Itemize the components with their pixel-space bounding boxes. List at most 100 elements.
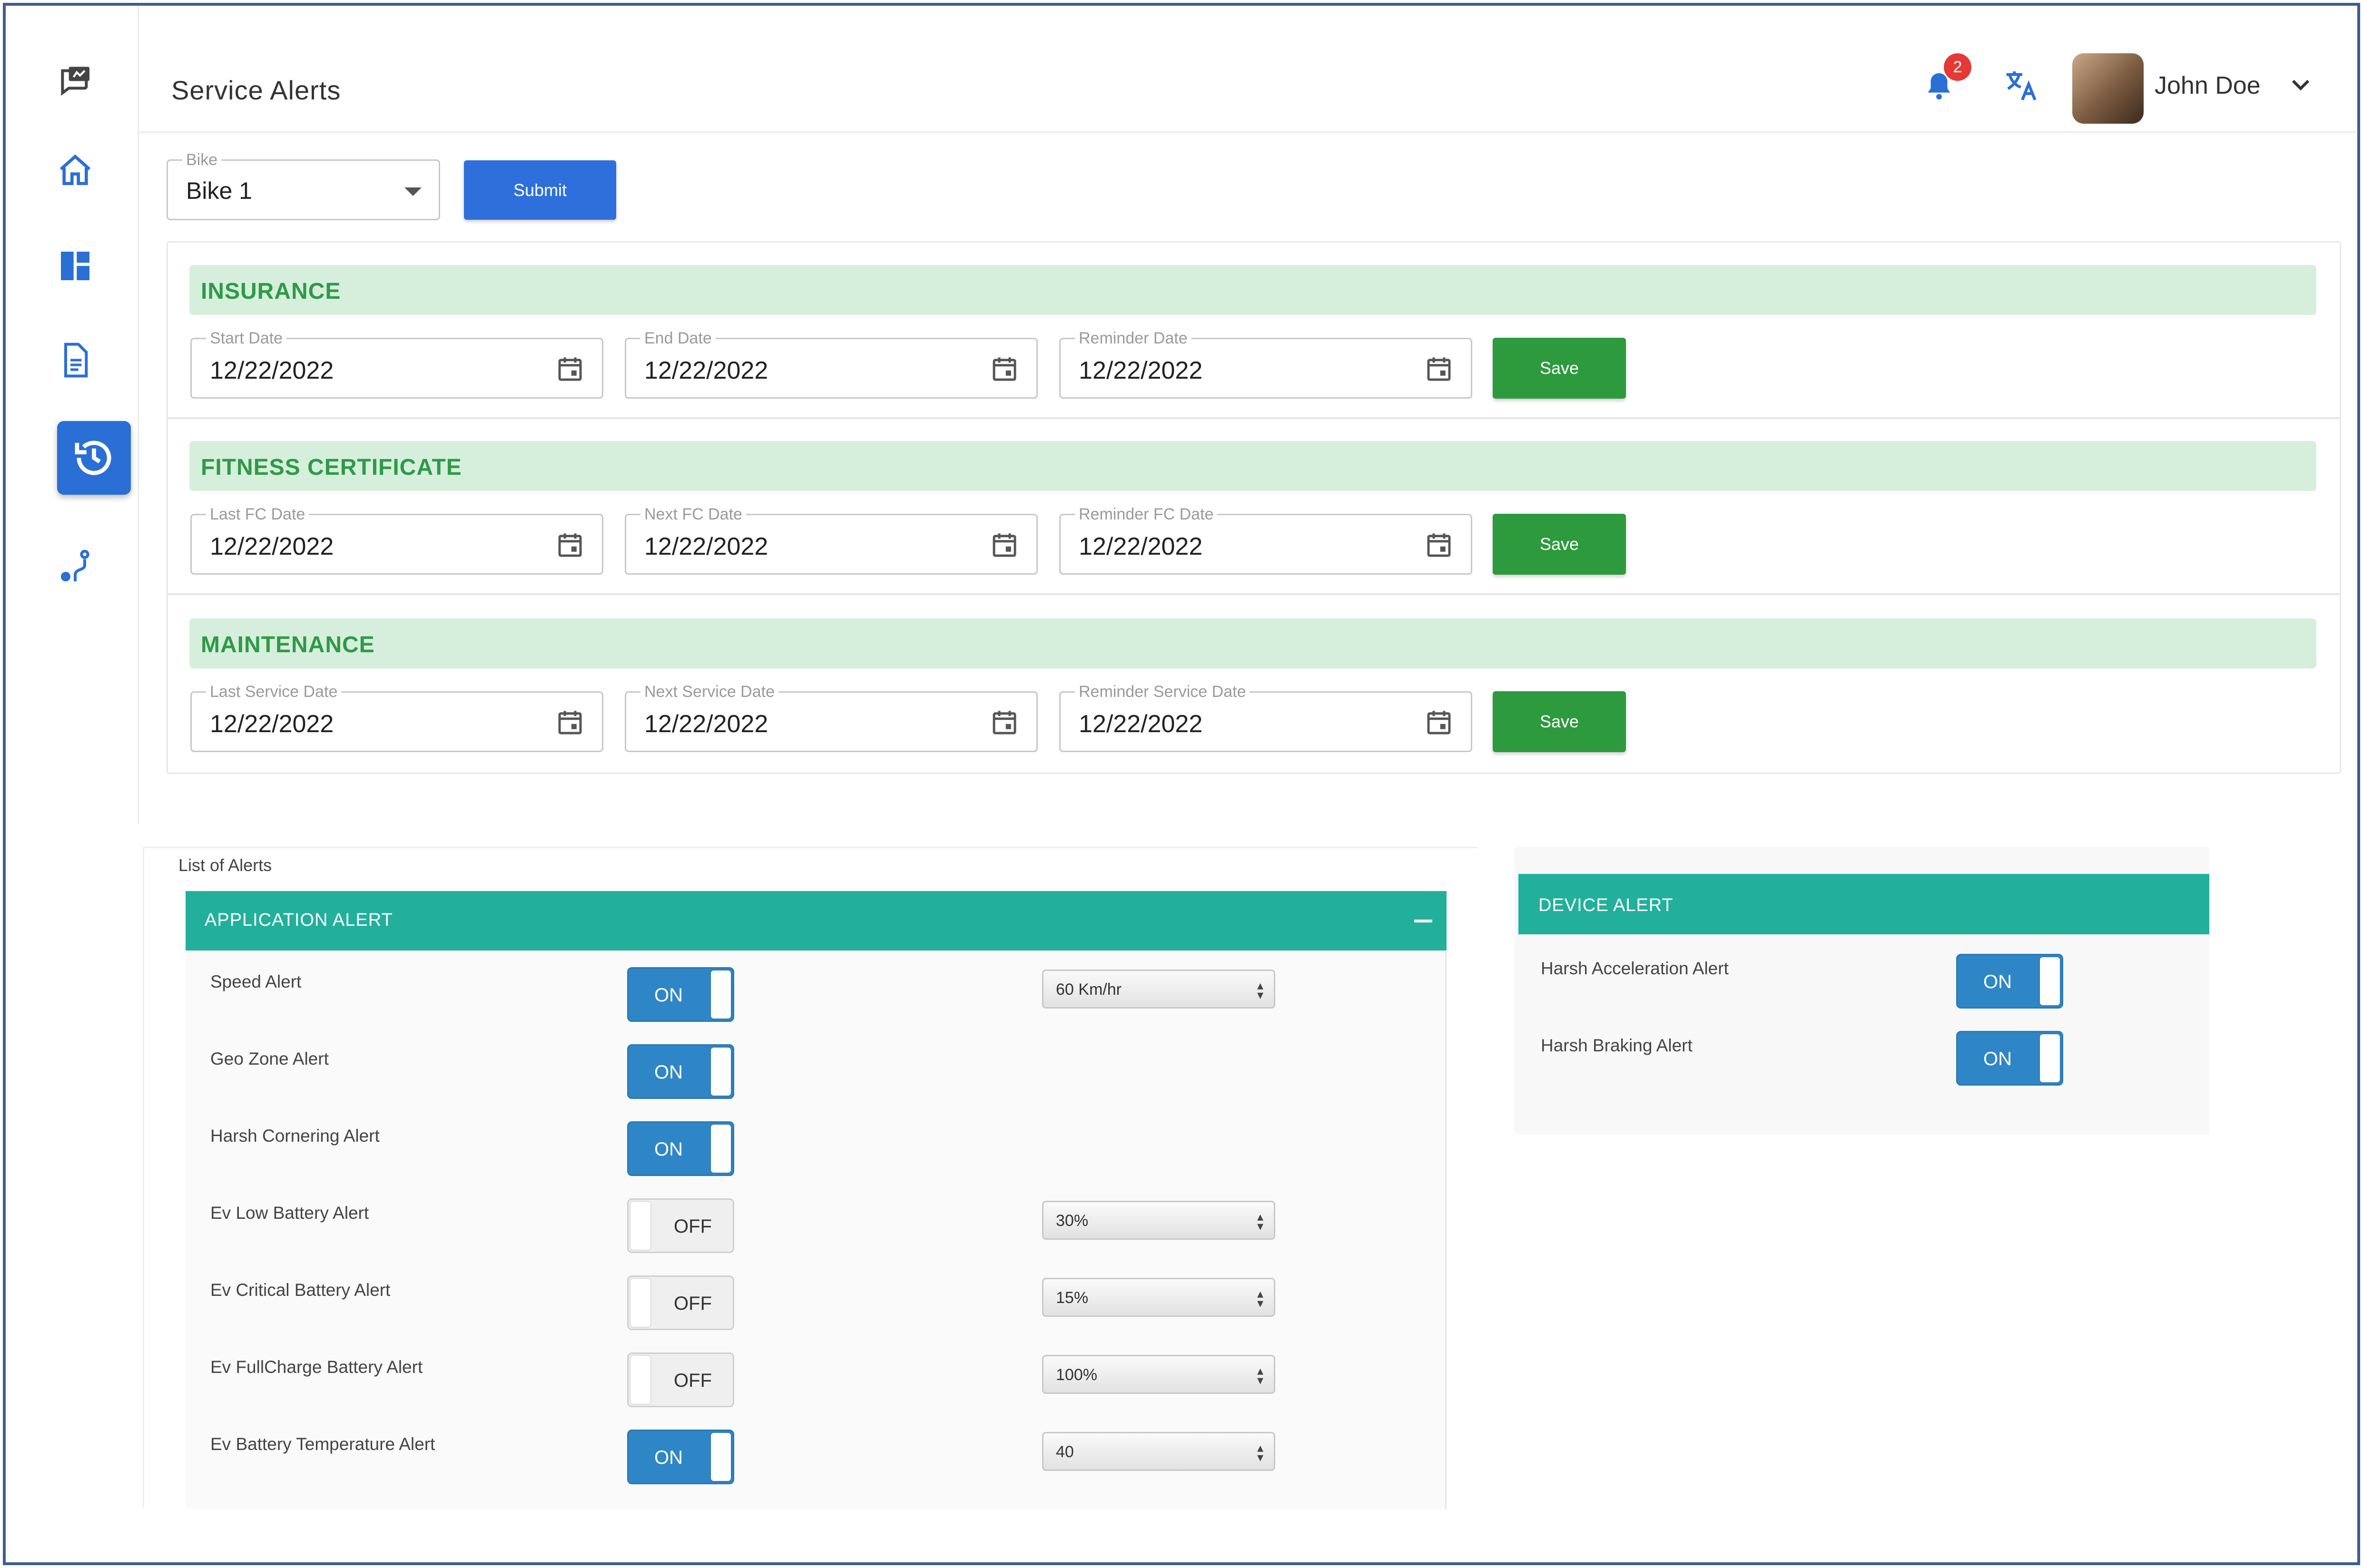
threshold-select[interactable]: 100% ▴ ▾: [1042, 1355, 1275, 1394]
calendar-icon[interactable]: [554, 707, 586, 738]
select-arrows-icon: ▴ ▾: [1257, 1286, 1263, 1310]
user-name[interactable]: John Doe: [2155, 71, 2261, 100]
calendar-icon[interactable]: [1423, 707, 1455, 738]
date-field-value: 12/22/2022: [1079, 710, 1203, 738]
section-divider: [168, 417, 2340, 419]
alert-toggle[interactable]: ON: [627, 1430, 734, 1484]
calendar-icon[interactable]: [554, 529, 586, 561]
date-field-value: 12/22/2022: [210, 357, 334, 384]
alerts-caption: List of Alerts: [178, 855, 272, 875]
toggle-state: ON: [1983, 971, 2012, 992]
chat-icon[interactable]: [56, 63, 94, 101]
select-arrows-icon: ▴ ▾: [1257, 1363, 1263, 1387]
calendar-icon[interactable]: [554, 353, 586, 385]
alert-label: Speed Alert: [210, 972, 302, 991]
home-icon[interactable]: [56, 152, 94, 190]
threshold-value: 30%: [1056, 1212, 1089, 1230]
calendar-icon[interactable]: [1423, 529, 1455, 561]
select-arrows-icon: ▴ ▾: [1257, 1441, 1263, 1464]
threshold-select[interactable]: 15% ▴ ▾: [1042, 1278, 1275, 1317]
chevron-down-icon[interactable]: [2289, 76, 2313, 95]
date-field[interactable]: Next Service Date 12/22/2022: [625, 682, 1038, 752]
date-field[interactable]: Last FC Date 12/22/2022: [190, 505, 603, 575]
date-field-label: Last Service Date: [206, 682, 342, 701]
section-header: MAINTENANCE: [189, 618, 2316, 668]
section-header: FITNESS CERTIFICATE: [189, 441, 2316, 491]
alert-label: Ev Low Battery Alert: [210, 1203, 369, 1223]
date-field-value: 12/22/2022: [644, 710, 768, 738]
date-field[interactable]: Last Service Date 12/22/2022: [190, 682, 603, 752]
toggle-state: ON: [654, 1139, 683, 1160]
save-button[interactable]: Save: [1493, 338, 1626, 399]
route-icon[interactable]: [56, 548, 94, 586]
date-field[interactable]: Reminder FC Date 12/22/2022: [1059, 505, 1472, 575]
section-title: INSURANCE: [201, 279, 341, 304]
toggle-state: OFF: [674, 1370, 712, 1391]
alert-toggle[interactable]: ON: [1956, 1031, 2063, 1086]
document-icon[interactable]: [56, 341, 94, 379]
toggle-state: ON: [1983, 1049, 2012, 1069]
threshold-select[interactable]: 30% ▴ ▾: [1042, 1201, 1275, 1240]
date-field[interactable]: Next FC Date 12/22/2022: [625, 505, 1038, 575]
history-icon[interactable]: [57, 421, 131, 495]
alert-label: Harsh Cornering Alert: [210, 1126, 380, 1146]
bike-select[interactable]: Bike Bike 1: [167, 150, 440, 220]
date-field-value: 12/22/2022: [644, 357, 768, 384]
alert-toggle[interactable]: OFF: [627, 1198, 734, 1253]
date-field[interactable]: Reminder Date 12/22/2022: [1059, 329, 1472, 399]
toggle-state: ON: [654, 985, 683, 1006]
calendar-icon[interactable]: [1423, 353, 1455, 385]
collapse-icon[interactable]: [1414, 920, 1432, 922]
toggle-knob: [630, 1202, 650, 1250]
alert-label: Geo Zone Alert: [210, 1049, 329, 1068]
avatar[interactable]: [2072, 53, 2144, 124]
date-field-label: Reminder Service Date: [1075, 682, 1250, 701]
calendar-icon[interactable]: [989, 707, 1020, 738]
save-button[interactable]: Save: [1493, 514, 1626, 575]
calendar-icon[interactable]: [989, 353, 1020, 385]
date-field-value: 12/22/2022: [1079, 357, 1203, 384]
alert-label: Ev Battery Temperature Alert: [210, 1434, 435, 1454]
date-field[interactable]: End Date 12/22/2022: [625, 329, 1038, 399]
alert-label: Ev FullCharge Battery Alert: [210, 1357, 423, 1377]
alert-toggle[interactable]: ON: [1956, 954, 2063, 1009]
threshold-value: 100%: [1056, 1366, 1097, 1384]
date-field-label: Start Date: [206, 329, 287, 348]
date-field-label: End Date: [640, 329, 716, 348]
application-alert-header[interactable]: APPLICATION ALERT: [186, 891, 1447, 951]
section-title: FITNESS CERTIFICATE: [201, 455, 462, 480]
date-field[interactable]: Reminder Service Date 12/22/2022: [1059, 682, 1472, 752]
threshold-value: 15%: [1056, 1289, 1089, 1307]
toggle-knob: [630, 1279, 650, 1327]
application-alert-panel: APPLICATION ALERT Speed Alert ON 60 Km/hr ▴…: [186, 891, 1447, 1509]
dashboard-icon[interactable]: [56, 247, 94, 285]
toggle-state: OFF: [674, 1216, 712, 1237]
toggle-knob: [711, 1433, 731, 1481]
notification-badge: 2: [1944, 53, 1971, 81]
alert-toggle[interactable]: OFF: [627, 1352, 734, 1407]
date-field[interactable]: Start Date 12/22/2022: [190, 329, 603, 399]
section-header: INSURANCE: [189, 265, 2316, 315]
device-alert-title: DEVICE ALERT: [1538, 895, 1674, 915]
threshold-select[interactable]: 60 Km/hr ▴ ▾: [1042, 970, 1275, 1009]
alert-label: Harsh Acceleration Alert: [1541, 959, 1729, 978]
alert-toggle[interactable]: ON: [627, 1044, 734, 1099]
select-arrows-icon: ▴ ▾: [1257, 978, 1263, 1002]
alert-label: Harsh Braking Alert: [1541, 1036, 1693, 1055]
toggle-knob: [630, 1356, 650, 1404]
bike-select-label: Bike: [182, 150, 222, 169]
alert-toggle[interactable]: OFF: [627, 1275, 734, 1330]
threshold-select[interactable]: 40 ▴ ▾: [1042, 1432, 1275, 1471]
calendar-icon[interactable]: [989, 529, 1020, 561]
alert-toggle[interactable]: ON: [627, 967, 734, 1022]
save-button[interactable]: Save: [1493, 691, 1626, 752]
submit-button[interactable]: Submit: [464, 160, 616, 220]
alert-toggle[interactable]: ON: [627, 1121, 734, 1176]
device-alert-panel: DEVICE ALERT Harsh Acceleration Alert ON H…: [1515, 847, 2209, 1135]
section-divider: [168, 593, 2340, 595]
sidebar: [6, 6, 139, 824]
toggle-state: ON: [654, 1447, 683, 1468]
date-field-value: 12/22/2022: [644, 533, 768, 560]
translate-icon[interactable]: [2001, 67, 2044, 105]
date-field-label: Reminder FC Date: [1075, 505, 1218, 524]
